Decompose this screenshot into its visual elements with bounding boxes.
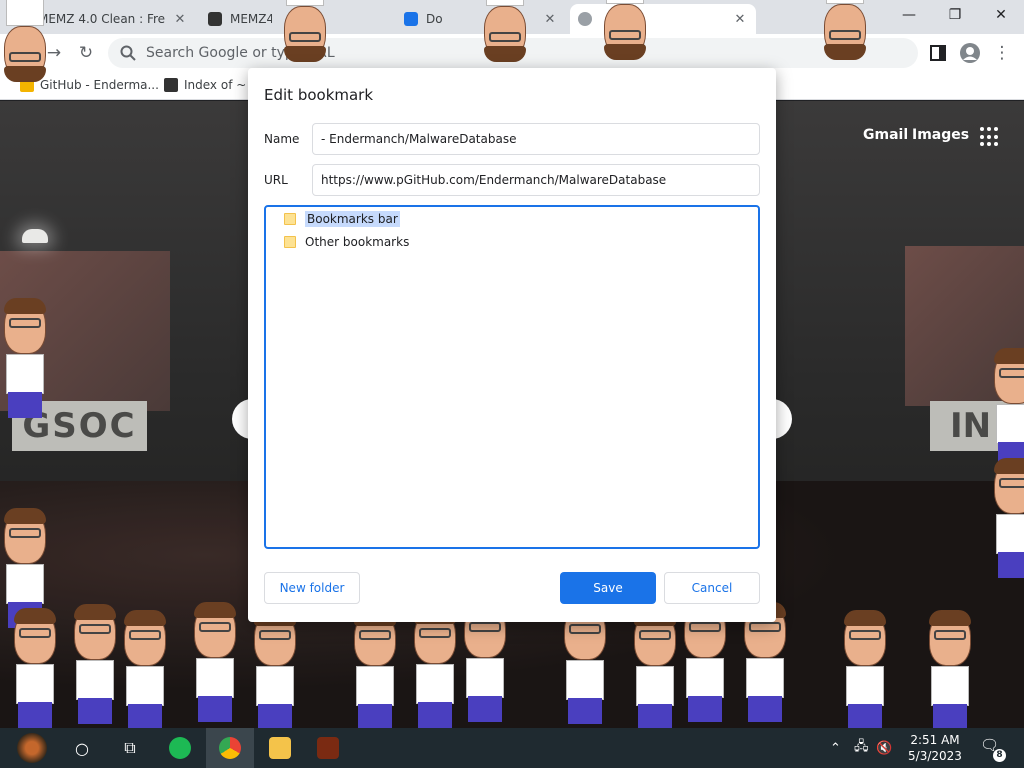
search-button[interactable]: ○ [58, 728, 106, 768]
folder-item-bookmarks-bar[interactable]: Bookmarks bar [284, 211, 400, 227]
lamp [22, 229, 48, 243]
volume-muted-icon[interactable]: 🔇 [876, 728, 892, 768]
hank-sprite [0, 0, 50, 82]
bookmark-label: GitHub - Enderma... [40, 78, 159, 92]
cortana-icon: ○ [75, 738, 89, 758]
new-folder-button[interactable]: New folder [264, 572, 360, 604]
close-window-button[interactable]: ✕ [978, 0, 1024, 30]
tab-title: MEMZ4 [230, 12, 272, 26]
hank-sprite [990, 348, 1024, 470]
cancel-button[interactable]: Cancel [664, 572, 760, 604]
url-label: URL [264, 173, 288, 187]
close-icon[interactable]: ✕ [172, 12, 188, 27]
chrome-icon [219, 737, 241, 759]
hank-sprite [280, 0, 330, 62]
menu-button[interactable]: ⋮ [988, 40, 1016, 66]
hank-sprite [840, 610, 890, 732]
network-icon[interactable]: 🖧 [854, 728, 869, 768]
taskbar-app-sheets[interactable] [156, 728, 204, 768]
search-icon [120, 45, 136, 61]
museum-icon [208, 12, 222, 26]
maximize-button[interactable]: ❐ [932, 0, 978, 30]
name-field[interactable] [312, 123, 760, 155]
folder-icon [284, 213, 296, 225]
avatar [960, 43, 980, 63]
edit-bookmark-dialog: Edit bookmark Name URL Bookmarks bar Oth… [248, 68, 776, 622]
tab-active-newtab[interactable]: ✕ [570, 4, 756, 34]
task-view-button[interactable]: ⧉ [106, 728, 154, 768]
apps-grid-icon[interactable] [980, 127, 1000, 147]
hank-sprite [350, 610, 400, 732]
hank-sprite [410, 608, 460, 730]
reload-button[interactable]: ↻ [72, 40, 100, 66]
hank-sprite [70, 604, 120, 726]
system-clock[interactable]: 2:51 AM 5/3/2023 [900, 732, 970, 764]
taskbar-app-chrome[interactable] [206, 728, 254, 768]
folder-label: Other bookmarks [305, 235, 410, 249]
hank-sprite [480, 0, 530, 62]
hank-sprite [820, 0, 870, 60]
side-panel-button[interactable] [924, 40, 952, 66]
hank-sprite [250, 610, 300, 732]
hank-sprite [600, 0, 650, 60]
reload-icon: ↻ [78, 43, 94, 63]
hank-sprite [460, 602, 510, 724]
hank-sprite [560, 604, 610, 726]
folder-item-other-bookmarks[interactable]: Other bookmarks [284, 235, 409, 249]
minimize-button[interactable]: — [886, 0, 932, 30]
tray-chevron-icon[interactable]: ⌃ [830, 728, 841, 768]
folder-icon [269, 737, 291, 759]
clock-date: 5/3/2023 [908, 749, 962, 763]
side-panel-icon [930, 45, 946, 61]
gmail-link[interactable]: Gmail [863, 127, 908, 143]
clock-time: 2:51 AM [910, 733, 960, 747]
tab-memz4[interactable]: MEMZ4 [200, 4, 280, 34]
close-icon[interactable]: ✕ [732, 12, 748, 27]
hank-sprite [190, 602, 240, 724]
hank-sprite [680, 602, 730, 724]
dialog-title: Edit bookmark [264, 86, 374, 104]
hank-sprite [630, 610, 680, 732]
tab-title: MEMZ 4.0 Clean : Fre [38, 12, 166, 26]
app-icon [317, 737, 339, 759]
start-button[interactable] [8, 728, 56, 768]
more-vert-icon: ⋮ [993, 43, 1011, 63]
taskbar-app-explorer[interactable] [256, 728, 304, 768]
hank-sprite [990, 458, 1024, 580]
app-icon [169, 737, 191, 759]
profile-button[interactable] [956, 40, 984, 66]
notification-badge: 8 [993, 749, 1006, 762]
bookmark-label: Index of ~ [184, 78, 247, 92]
folder-tree[interactable]: Bookmarks bar Other bookmarks [264, 205, 760, 549]
hank-sprite [740, 602, 790, 724]
folder-icon [284, 236, 296, 248]
hank-sprite [925, 610, 975, 732]
images-link[interactable]: Images [912, 127, 969, 143]
close-icon[interactable]: ✕ [542, 12, 558, 27]
taskbar-app-memz[interactable] [304, 728, 352, 768]
tab-memz-clean[interactable]: MEMZ 4.0 Clean : Fre ✕ [30, 4, 196, 34]
hank-sprite [0, 298, 50, 420]
download-icon [404, 12, 418, 26]
folder-label: Bookmarks bar [305, 211, 400, 227]
url-field[interactable] [312, 164, 760, 196]
taskbar: ○ ⧉ ⌃ 🖧 🔇 2:51 AM 5/3/2023 🗨 [0, 728, 1024, 768]
name-label: Name [264, 132, 300, 146]
bookmark-github[interactable]: GitHub - Enderma... [20, 78, 159, 92]
start-icon [17, 733, 47, 763]
hank-sprite [120, 610, 170, 732]
hank-sprite [10, 608, 60, 730]
task-view-icon: ⧉ [124, 738, 136, 757]
save-button[interactable]: Save [560, 572, 656, 604]
chrome-icon [578, 12, 592, 26]
bookmark-index[interactable]: Index of ~ [164, 78, 246, 92]
bookmark-favicon [164, 78, 178, 92]
